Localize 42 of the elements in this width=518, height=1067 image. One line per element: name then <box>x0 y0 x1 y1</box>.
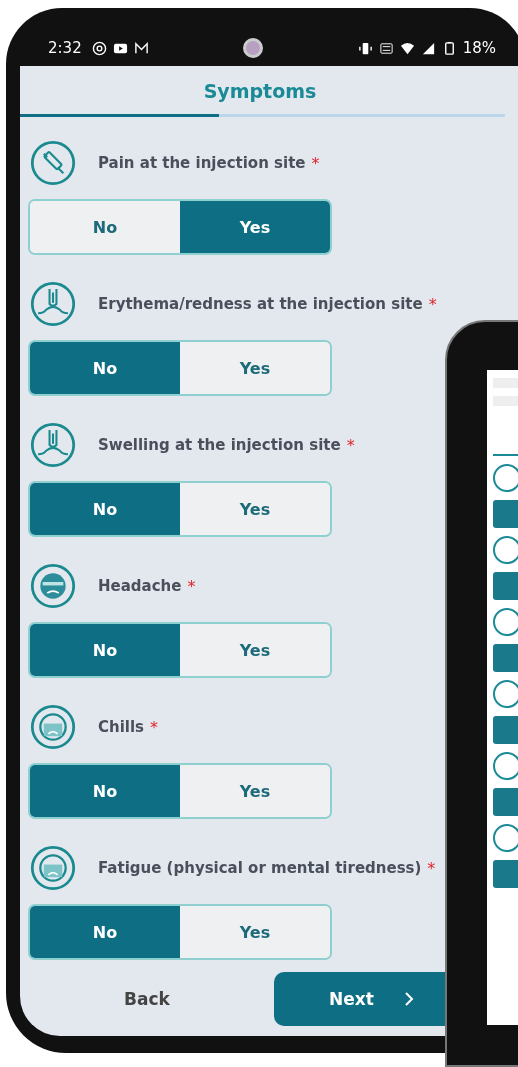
face-icon <box>30 563 76 609</box>
question-label: Headache <box>98 577 182 595</box>
question-label: Pain at the injection site <box>98 154 306 172</box>
yes-no-toggle[interactable]: No Yes <box>28 340 332 396</box>
question-label: Swelling at the injection site <box>98 436 341 454</box>
yes-no-toggle[interactable]: No Yes <box>28 904 332 960</box>
required-mark: * <box>346 435 355 455</box>
volte-icon <box>378 40 394 56</box>
back-button[interactable]: Back <box>20 988 274 1010</box>
required-mark: * <box>428 294 437 314</box>
toggle-option[interactable]: No <box>30 765 180 817</box>
face-icon <box>30 845 76 891</box>
vibrate-icon <box>357 40 373 56</box>
yes-no-toggle[interactable]: No Yes <box>28 199 332 255</box>
yes-no-toggle[interactable]: No Yes <box>28 763 332 819</box>
battery-percent: 18% <box>462 39 496 57</box>
toggle-option[interactable]: No <box>30 906 180 958</box>
question-label: Erythema/redness at the injection site <box>98 295 423 313</box>
test-tube-icon <box>30 281 76 327</box>
question-label: Chills <box>98 718 145 736</box>
yes-no-toggle[interactable]: No Yes <box>28 481 332 537</box>
required-mark: * <box>187 576 196 596</box>
required-mark: * <box>311 153 320 173</box>
syringe-icon <box>30 140 76 186</box>
status-time: 2:32 <box>48 39 82 57</box>
toggle-option[interactable]: No <box>30 342 180 394</box>
required-mark: * <box>427 858 436 878</box>
toggle-option[interactable]: No <box>30 483 180 535</box>
camera-icon <box>243 38 264 58</box>
chevron-right-icon <box>403 991 414 1007</box>
question-label: Fatigue (physical or mental tiredness) <box>98 859 422 877</box>
next-button[interactable]: Next <box>274 972 445 1026</box>
face-icon <box>30 704 76 750</box>
toggle-option[interactable]: Yes <box>180 201 330 253</box>
test-tube-icon <box>30 422 76 468</box>
required-mark: * <box>150 717 159 737</box>
wifi-icon <box>399 40 415 56</box>
mail-icon <box>133 40 149 56</box>
toggle-option[interactable]: No <box>30 624 180 676</box>
screen-title: Symptoms <box>202 79 318 104</box>
yes-no-toggle[interactable]: No Yes <box>28 622 332 678</box>
notification-icon <box>91 40 107 56</box>
